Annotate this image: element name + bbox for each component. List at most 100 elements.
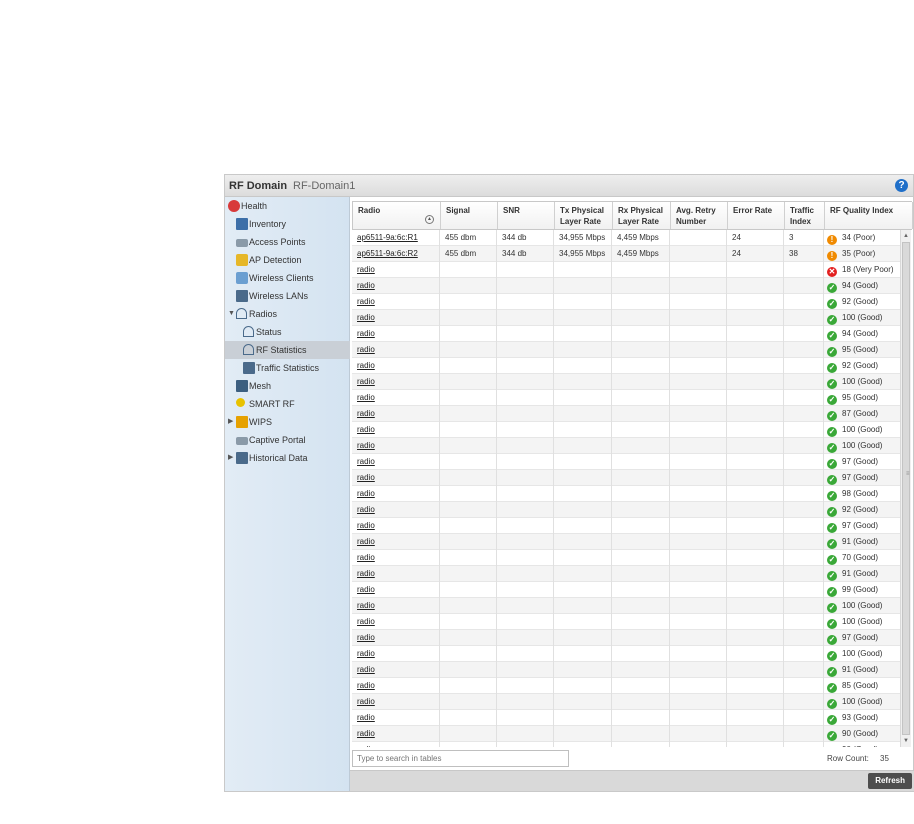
radio-link[interactable]: radio <box>357 457 375 466</box>
table-row[interactable]: radio ✓ 91 (Good) <box>352 534 900 550</box>
radio-link[interactable]: radio <box>357 329 375 338</box>
radio-link[interactable]: radio <box>357 553 375 562</box>
table-row[interactable]: ap6511-9a:6c:R1 455 dbm 344 db 34,955 Mbps 4… <box>352 230 900 246</box>
radio-link[interactable]: ap6511-9a:6c:R2 <box>357 249 418 258</box>
sidebar-item-wips[interactable]: ▶ WIPS <box>225 413 350 431</box>
radio-link[interactable]: radio <box>357 409 375 418</box>
table-row[interactable]: radio ✓ 92 (Good) <box>352 358 900 374</box>
table-row[interactable]: radio ✓ 97 (Good) <box>352 454 900 470</box>
table-row[interactable]: radio ✓ 100 (Good) <box>352 310 900 326</box>
table-row[interactable]: radio ✓ 85 (Good) <box>352 678 900 694</box>
radio-link[interactable]: radio <box>357 681 375 690</box>
radio-link[interactable]: radio <box>357 537 375 546</box>
table-row[interactable]: radio ✓ 100 (Good) <box>352 694 900 710</box>
sidebar-item-radios[interactable]: ▼ Radios <box>225 305 350 323</box>
table-row[interactable]: radio ✕ 18 (Very Poor) <box>352 262 900 278</box>
table-row[interactable]: radio ✓ 100 (Good) <box>352 422 900 438</box>
sidebar-item-rf-statistics[interactable]: RF Statistics <box>225 341 350 359</box>
radio-link[interactable]: radio <box>357 713 375 722</box>
table-row[interactable]: radio ✓ 99 (Good) <box>352 582 900 598</box>
radio-link[interactable]: radio <box>357 441 375 450</box>
table-row[interactable]: radio✓90 (Good) <box>352 742 900 747</box>
radio-link[interactable]: radio <box>357 377 375 386</box>
column-header-rx[interactable]: Rx Physical Layer Rate <box>613 202 671 229</box>
radio-link[interactable]: radio <box>357 297 375 306</box>
vertical-scrollbar[interactable]: ▲ ≡ ▼ <box>900 230 911 747</box>
radio-link[interactable]: radio <box>357 729 375 738</box>
radio-link[interactable]: radio <box>357 649 375 658</box>
scroll-down-icon[interactable]: ▼ <box>901 736 911 746</box>
help-icon[interactable]: ? <box>895 179 908 192</box>
sidebar-item-inventory[interactable]: Inventory <box>225 215 350 233</box>
table-row[interactable]: radio ✓ 97 (Good) <box>352 518 900 534</box>
sidebar-item-captive-portal[interactable]: Captive Portal <box>225 431 350 449</box>
radio-link[interactable]: radio <box>357 313 375 322</box>
column-header-radio[interactable]: Radio ▲ <box>353 202 441 229</box>
table-row[interactable]: ap6511-9a:6c:R2 455 dbm 344 db 34,955 Mbps 4… <box>352 246 900 262</box>
table-search-input[interactable] <box>352 750 569 767</box>
column-header-quality[interactable]: RF Quality Index <box>825 202 913 229</box>
sidebar-item-traffic-statistics[interactable]: Traffic Statistics <box>225 359 350 377</box>
table-row[interactable]: radio ✓ 87 (Good) <box>352 406 900 422</box>
table-row[interactable]: radio ✓ 70 (Good) <box>352 550 900 566</box>
refresh-button[interactable]: Refresh <box>868 773 912 789</box>
scroll-up-icon[interactable]: ▲ <box>901 231 911 241</box>
radio-link[interactable]: radio <box>357 521 375 530</box>
radio-link[interactable]: radio <box>357 617 375 626</box>
table-row[interactable]: radio ✓ 98 (Good) <box>352 486 900 502</box>
expand-arrow-icon[interactable]: ▶ <box>228 449 233 467</box>
radio-link[interactable]: radio <box>357 633 375 642</box>
collapse-arrow-icon[interactable]: ▼ <box>228 305 235 323</box>
table-row[interactable]: radio ✓ 100 (Good) <box>352 438 900 454</box>
sidebar-item-health[interactable]: Health <box>225 197 350 215</box>
table-row[interactable]: radio ✓ 100 (Good) <box>352 598 900 614</box>
radio-link[interactable]: radio <box>357 745 375 747</box>
radio-link[interactable]: radio <box>357 345 375 354</box>
sort-ascending-icon[interactable]: ▲ <box>425 215 434 224</box>
column-header-snr[interactable]: SNR <box>498 202 555 229</box>
radio-link[interactable]: radio <box>357 265 375 274</box>
column-header-tx[interactable]: Tx Physical Layer Rate <box>555 202 613 229</box>
radio-link[interactable]: radio <box>357 489 375 498</box>
table-row[interactable]: radio ✓ 100 (Good) <box>352 374 900 390</box>
sidebar-item-access-points[interactable]: Access Points <box>225 233 350 251</box>
sidebar-item-wireless-lans[interactable]: Wireless LANs <box>225 287 350 305</box>
table-row[interactable]: radio✓90 (Good) <box>352 726 900 742</box>
sidebar-item-mesh[interactable]: Mesh <box>225 377 350 395</box>
expand-arrow-icon[interactable]: ▶ <box>228 413 233 431</box>
radio-link[interactable]: radio <box>357 505 375 514</box>
sidebar-item-status[interactable]: Status <box>225 323 350 341</box>
radio-link[interactable]: radio <box>357 569 375 578</box>
radio-link[interactable]: radio <box>357 585 375 594</box>
table-row[interactable]: radio ✓ 97 (Good) <box>352 630 900 646</box>
sidebar-item-historical-data[interactable]: ▶ Historical Data <box>225 449 350 467</box>
table-row[interactable]: radio ✓ 92 (Good) <box>352 294 900 310</box>
table-row[interactable]: radio ✓ 94 (Good) <box>352 278 900 294</box>
column-header-retry[interactable]: Avg. Retry Number <box>671 202 728 229</box>
sidebar-item-ap-detection[interactable]: AP Detection <box>225 251 350 269</box>
scrollbar-thumb[interactable]: ≡ <box>902 242 910 735</box>
table-row[interactable]: radio ✓ 95 (Good) <box>352 390 900 406</box>
radio-link[interactable]: radio <box>357 281 375 290</box>
table-row[interactable]: radio ✓ 100 (Good) <box>352 646 900 662</box>
column-header-signal[interactable]: Signal <box>441 202 498 229</box>
column-header-traffic[interactable]: Traffic Index <box>785 202 825 229</box>
radio-link[interactable]: ap6511-9a:6c:R1 <box>357 233 418 242</box>
radio-link[interactable]: radio <box>357 601 375 610</box>
table-row[interactable]: radio ✓ 93 (Good) <box>352 710 900 726</box>
table-row[interactable]: radio ✓ 95 (Good) <box>352 342 900 358</box>
radio-link[interactable]: radio <box>357 473 375 482</box>
table-row[interactable]: radio ✓ 91 (Good) <box>352 566 900 582</box>
table-row[interactable]: radio ✓ 92 (Good) <box>352 502 900 518</box>
radio-link[interactable]: radio <box>357 697 375 706</box>
radio-link[interactable]: radio <box>357 425 375 434</box>
column-header-error[interactable]: Error Rate <box>728 202 785 229</box>
sidebar-item-smart-rf[interactable]: SMART RF <box>225 395 350 413</box>
table-row[interactable]: radio ✓ 97 (Good) <box>352 470 900 486</box>
sidebar-item-wireless-clients[interactable]: Wireless Clients <box>225 269 350 287</box>
radio-link[interactable]: radio <box>357 361 375 370</box>
radio-link[interactable]: radio <box>357 665 375 674</box>
table-row[interactable]: radio ✓ 100 (Good) <box>352 614 900 630</box>
table-row[interactable]: radio ✓ 91 (Good) <box>352 662 900 678</box>
radio-link[interactable]: radio <box>357 393 375 402</box>
